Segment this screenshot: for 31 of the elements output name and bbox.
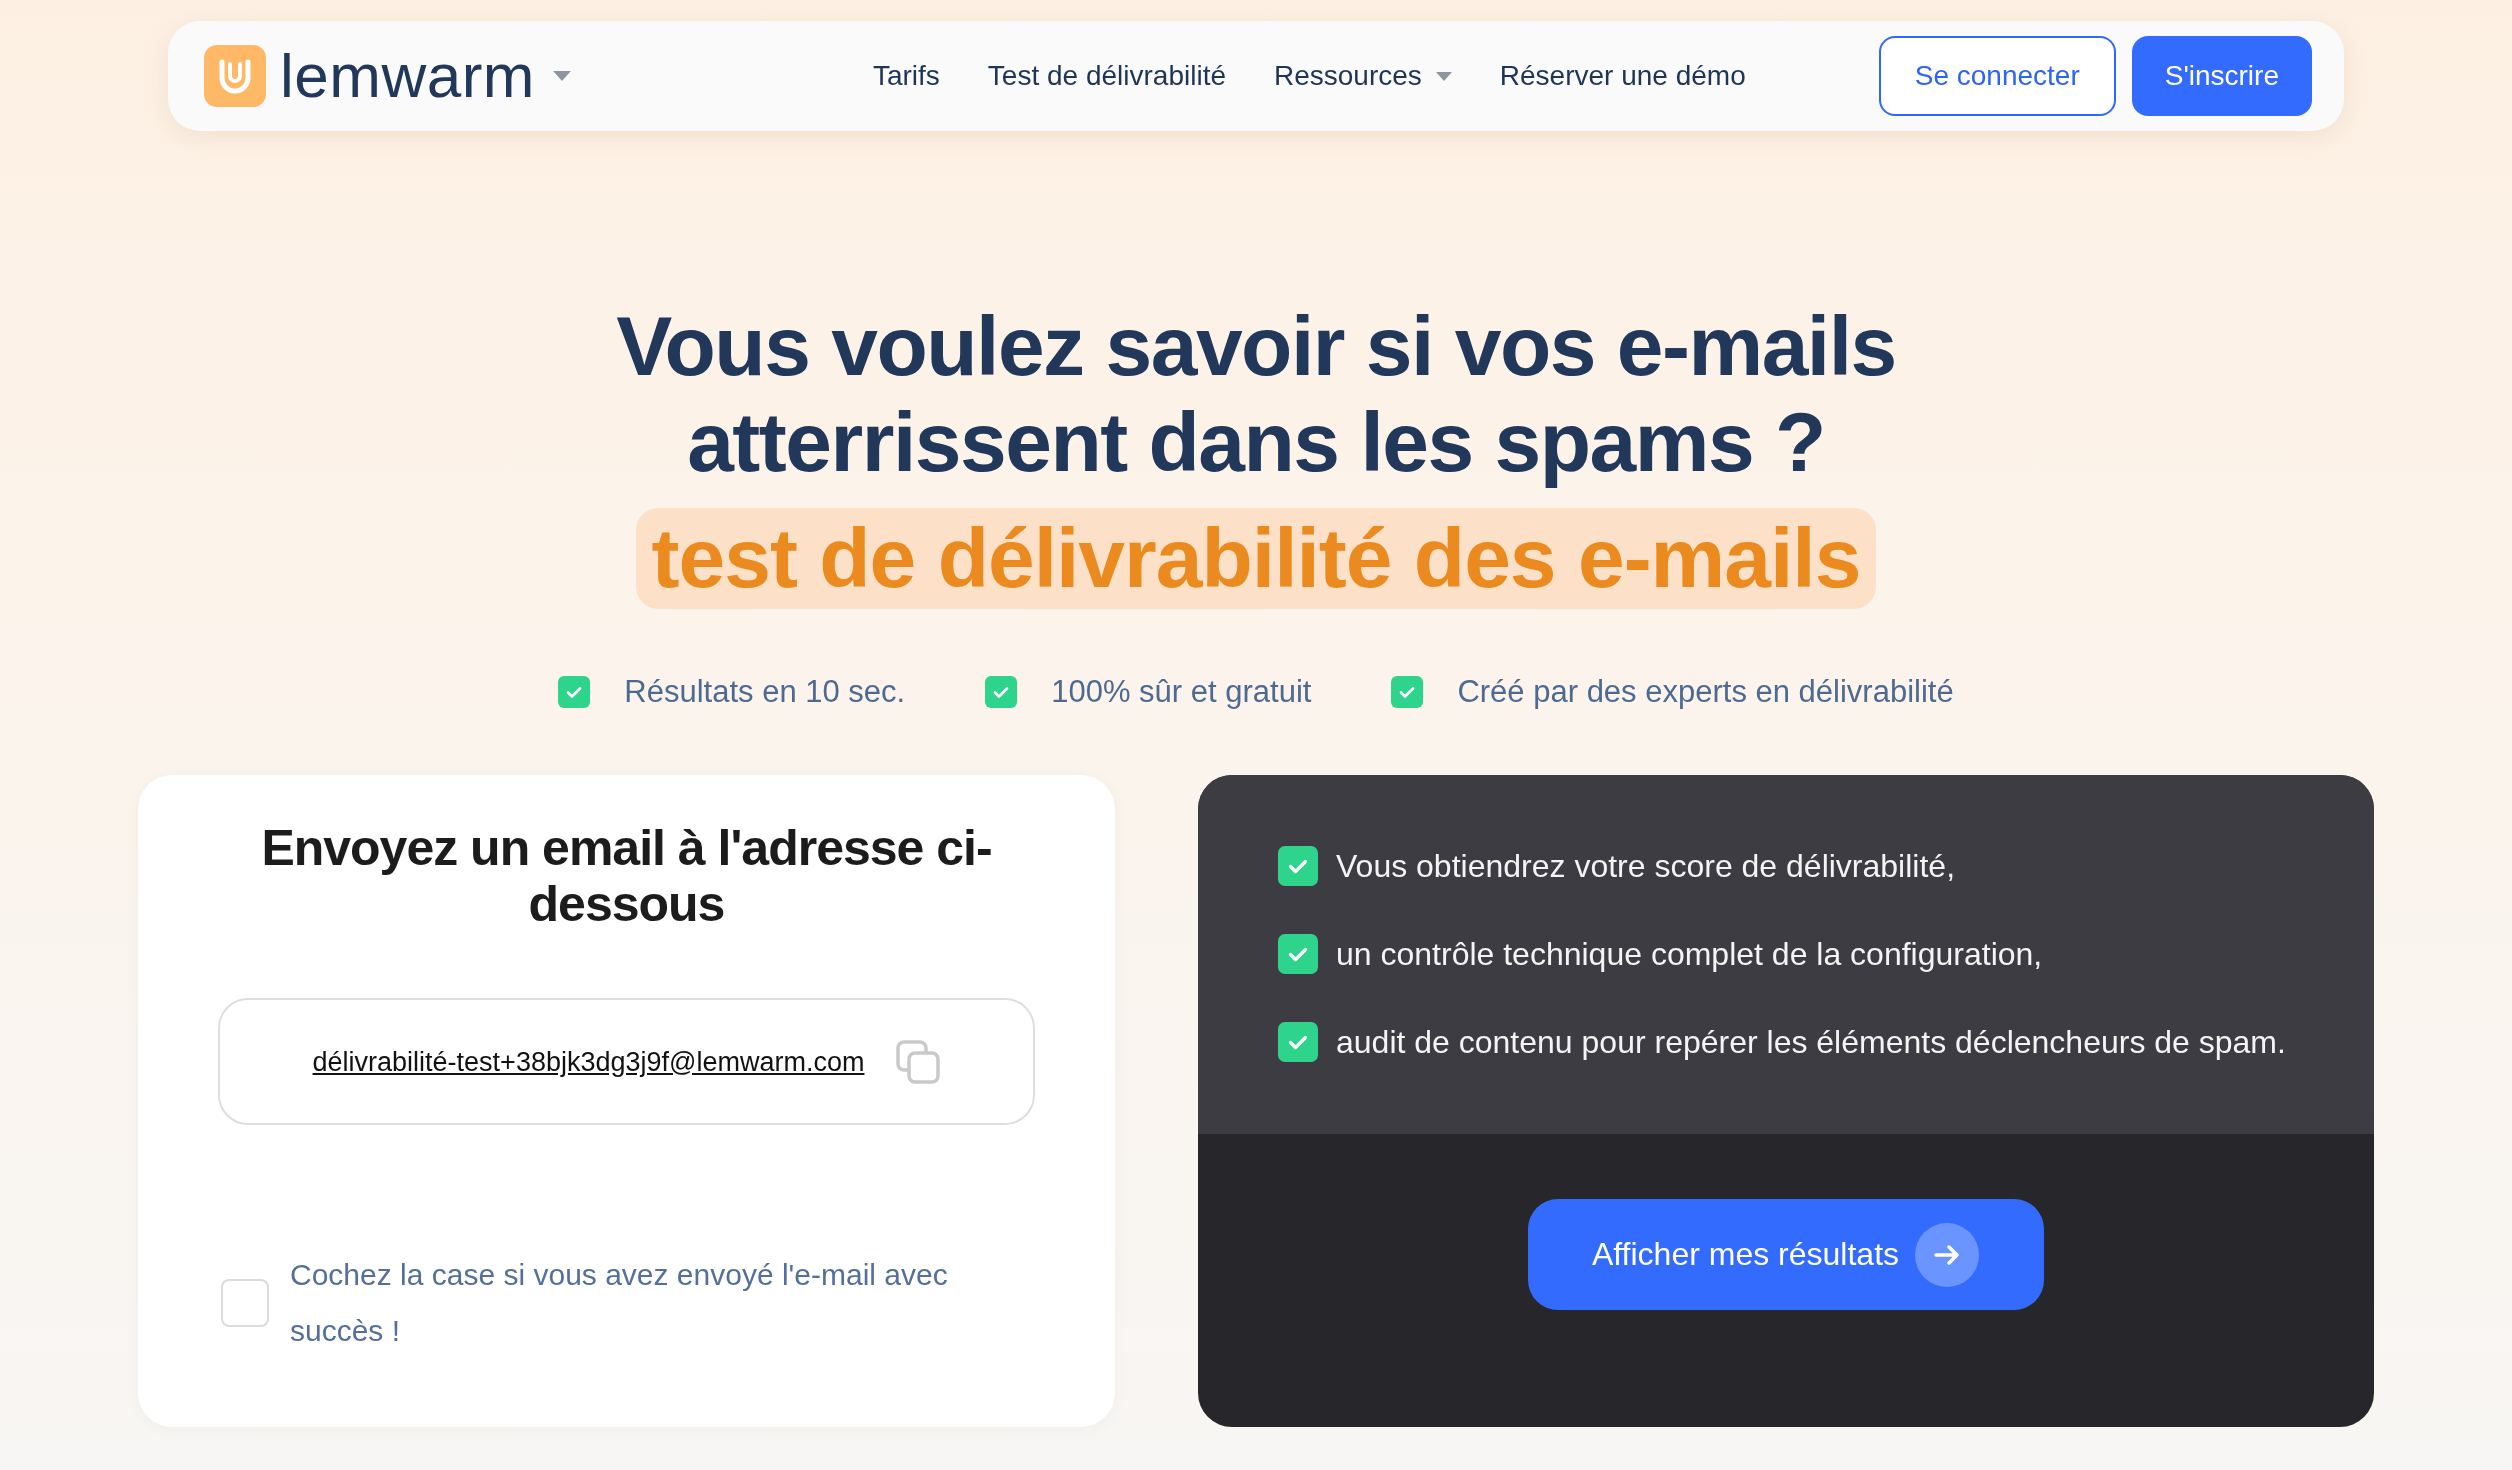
nav-link[interactable]: Tarifs xyxy=(872,58,940,94)
nav-link[interactable]: Test de délivrabilité xyxy=(987,58,1226,94)
nav-link[interactable]: Réserver une démo xyxy=(1499,58,1746,94)
hero-title: Vous voulez savoir si vos e-mails atterrissent dans les spams ? xyxy=(615,298,1897,490)
tick-icon xyxy=(1278,846,1318,886)
logo-icon[interactable] xyxy=(204,45,266,107)
tick-icon xyxy=(985,676,1018,708)
caret-icon xyxy=(1435,71,1452,81)
feature-text: un contrôle technique complet de la configuration, xyxy=(1336,935,2043,974)
email-address-link[interactable]: délivrabilité-test+38bjk3dg3j9f@lemwarm.com xyxy=(312,1043,865,1080)
nav-link[interactable]: Ressources xyxy=(1274,58,1452,94)
card-title: Envoyez un email à l'adresse ci-dessous xyxy=(260,820,993,932)
benefit-text: Créé par des experts en délivrabilité xyxy=(1457,673,1954,711)
arrow-right-icon xyxy=(1915,1222,1980,1287)
feature-text: audit de contenu pour repérer les éléments déclencheurs de spam. xyxy=(1336,1023,2286,1062)
tick-icon xyxy=(1278,934,1318,974)
checkbox[interactable] xyxy=(221,1279,269,1327)
checkbox-label: Cochez la case si vous avez envoyé l'e-mail avec succès ! xyxy=(290,1257,949,1349)
tick-icon xyxy=(1391,676,1424,708)
logo-wordmark[interactable]: lemwarm xyxy=(280,41,535,111)
tick-icon xyxy=(1278,1022,1318,1062)
benefit-text: Résultats en 10 sec. xyxy=(624,673,906,711)
highlighted-subtitle: test de délivrabilité des e-mails xyxy=(635,508,1877,609)
caret-icon[interactable] xyxy=(552,71,571,81)
feature-text: Vous obtiendrez votre score de délivrabilité, xyxy=(1336,847,1955,886)
copy-icon[interactable] xyxy=(896,1039,941,1084)
benefit-text: 100% sûr et gratuit xyxy=(1051,673,1312,711)
signup-button[interactable]: S'inscrire xyxy=(2131,36,2312,116)
tick-icon xyxy=(558,676,591,708)
login-button[interactable]: Se connecter xyxy=(1878,36,2116,116)
show-results-button[interactable]: Afficher mes résultats xyxy=(1527,1199,2045,1310)
